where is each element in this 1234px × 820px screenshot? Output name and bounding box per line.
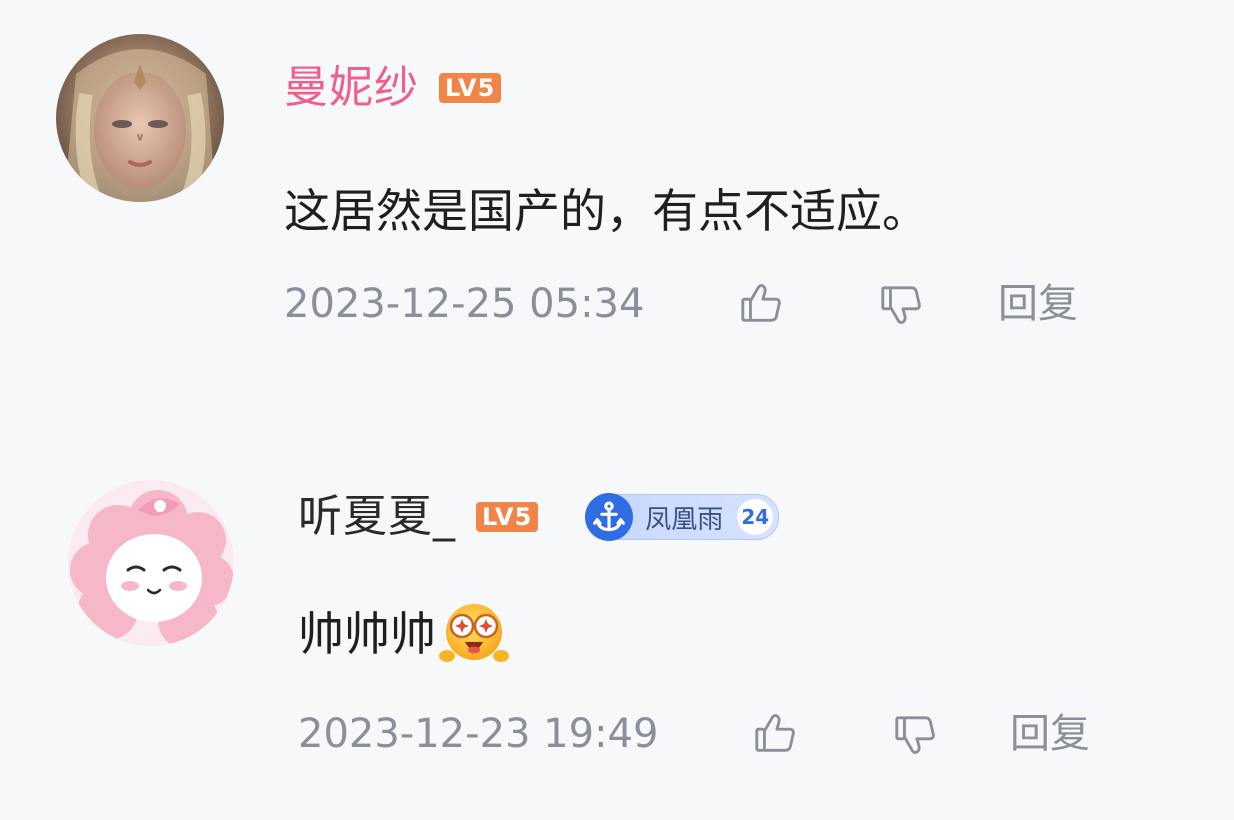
level-badge: LV5 xyxy=(476,502,539,532)
comment-text-content: 帅帅帅 xyxy=(298,607,436,661)
avatar-portrait-icon xyxy=(56,34,224,202)
comment-item: 曼妮纱 LV5 这居然是国产的，有点不适应。 2023-12-25 05:34 … xyxy=(0,0,1234,400)
avatar-sheep-icon xyxy=(68,480,234,646)
username[interactable]: 听夏夏_ xyxy=(298,495,456,539)
reply-button[interactable]: 回复 xyxy=(1010,714,1090,754)
comment-list: 曼妮纱 LV5 这居然是国产的，有点不适应。 2023-12-25 05:34 … xyxy=(0,0,1234,820)
avatar[interactable] xyxy=(56,34,224,202)
fan-medal-name: 凤凰雨 xyxy=(645,504,724,535)
timestamp: 2023-12-23 19:49 xyxy=(298,711,659,757)
like-button[interactable] xyxy=(736,278,786,328)
level-badge: LV5 xyxy=(439,73,502,103)
comment-item: 听夏夏_ LV5 凤凰雨 24 帅帅帅 2023-12-23 19:49 回复 xyxy=(0,400,1234,820)
thumbs-up-icon xyxy=(741,284,781,322)
reply-button[interactable]: 回复 xyxy=(998,284,1078,324)
anchor-icon xyxy=(585,493,634,541)
username[interactable]: 曼妮纱 xyxy=(284,66,419,110)
starstruck-emoji-icon xyxy=(438,598,510,670)
avatar[interactable] xyxy=(68,480,234,646)
comment-text: 这居然是国产的，有点不适应。 xyxy=(284,188,928,234)
fan-medal-level: 24 xyxy=(737,499,774,535)
thumbs-up-icon xyxy=(755,714,795,752)
comment-text: 帅帅帅 xyxy=(298,598,510,670)
timestamp: 2023-12-25 05:34 xyxy=(284,281,645,327)
comment-text-content: 这居然是国产的，有点不适应。 xyxy=(284,184,928,238)
comment-header: 听夏夏_ LV5 凤凰雨 24 xyxy=(298,493,780,541)
thumbs-down-icon xyxy=(895,716,935,754)
dislike-button[interactable] xyxy=(890,710,940,760)
comment-header: 曼妮纱 LV5 xyxy=(284,66,502,110)
thumbs-down-icon xyxy=(881,286,921,324)
like-button[interactable] xyxy=(750,708,800,758)
dislike-button[interactable] xyxy=(876,280,926,330)
fan-medal-badge[interactable]: 凤凰雨 24 xyxy=(585,493,780,541)
